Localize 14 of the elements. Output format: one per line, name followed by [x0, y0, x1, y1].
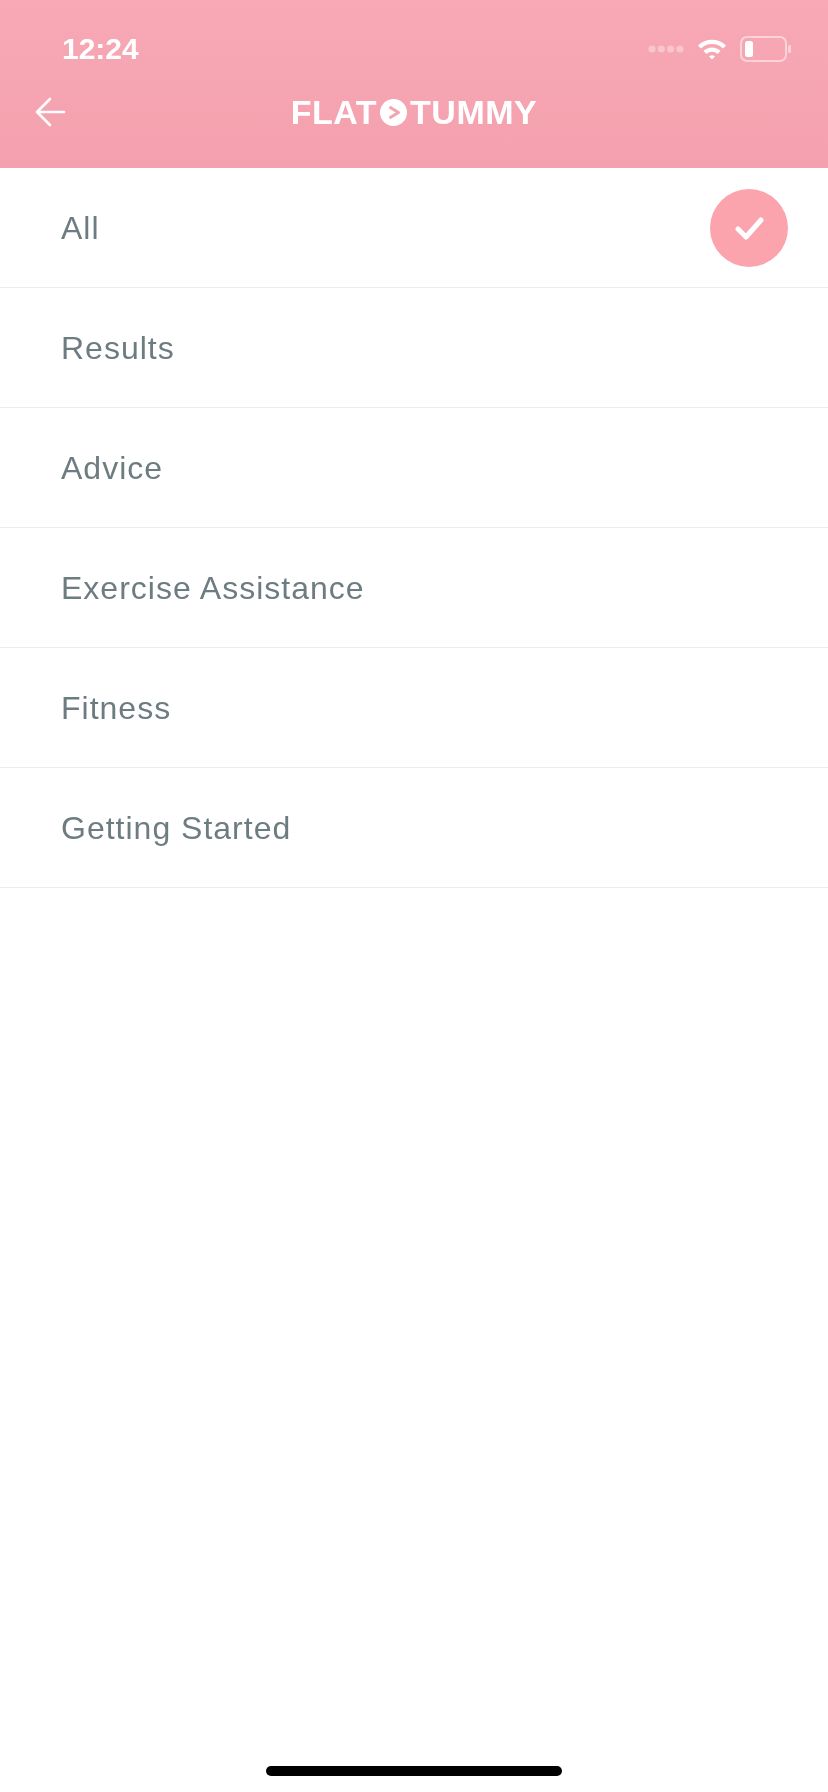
play-circle-icon: [380, 98, 408, 126]
category-label: Advice: [61, 448, 164, 488]
battery-icon: [740, 36, 792, 62]
logo-text: FLAT: [290, 95, 378, 129]
category-label: Exercise Assistance: [61, 568, 365, 608]
back-arrow-icon: [34, 96, 66, 128]
signal-icon: [648, 45, 684, 53]
category-label: Fitness: [61, 688, 172, 728]
logo-text: TUMMY: [410, 95, 538, 129]
wifi-icon: [696, 37, 728, 61]
category-label: All: [61, 208, 100, 248]
category-label: Results: [61, 328, 175, 368]
category-label: Getting Started: [61, 808, 292, 848]
status-time: 12:24: [62, 34, 139, 64]
